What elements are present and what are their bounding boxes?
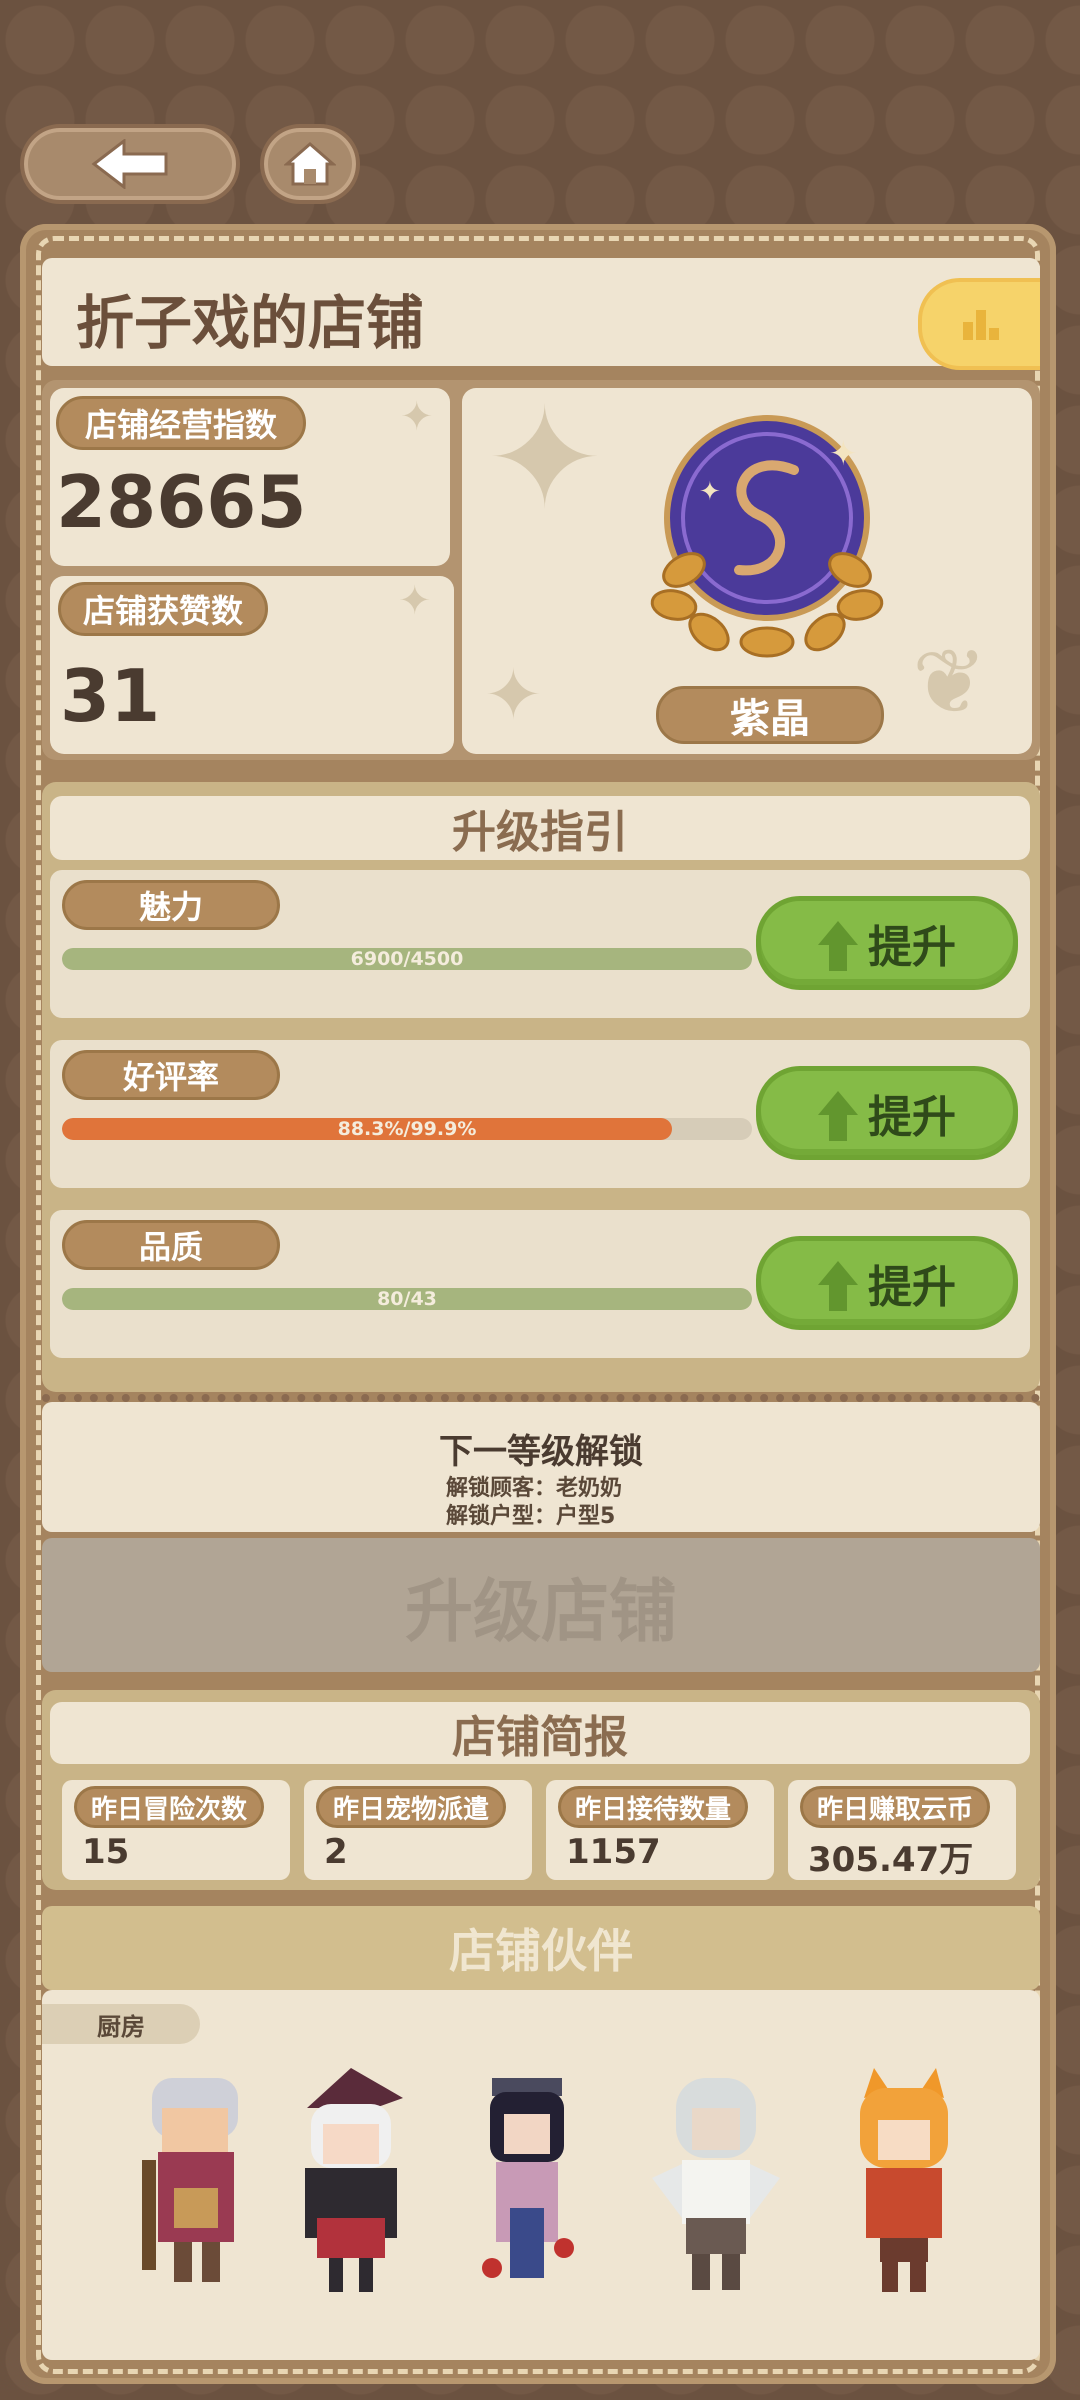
brief-item-pet-dispatch: 昨日宠物派遣 2 <box>304 1780 532 1880</box>
shop-title: 折子戏的店铺 <box>76 289 425 357</box>
unlock-layout: 解锁户型：户型5 <box>446 1504 616 1529</box>
brief-item-value: 15 <box>82 1832 130 1872</box>
unlock-title: 下一等级解锁 <box>439 1432 643 1472</box>
improve-button-label: 提升 <box>868 922 956 973</box>
shop-title-bar: 折子戏的店铺 <box>42 258 1040 370</box>
likes-value: 31 <box>60 654 161 738</box>
brief-item-label: 昨日赚取云币 <box>800 1786 991 1828</box>
likes-card: 店铺获赞数 ✦ 31 <box>50 576 454 754</box>
kitchen-label: 厨房 <box>42 2004 200 2044</box>
up-arrow-icon <box>818 1261 858 1311</box>
brief-item-cloud-coins: 昨日赚取云币 305.47万 <box>788 1780 1016 1880</box>
progress-bar: 6900/4500 <box>62 948 752 970</box>
amethyst-badge-icon: ✦ ✦ <box>650 415 884 658</box>
progress-text: 80/43 <box>377 1288 437 1310</box>
progress-text: 6900/4500 <box>350 948 464 970</box>
brief-item-label: 昨日冒险次数 <box>74 1786 265 1828</box>
brief-item-label: 昨日宠物派遣 <box>316 1786 507 1828</box>
operation-index-card: 店铺经营指数 ✦ 28665 <box>50 388 450 566</box>
guide-row-label: 品质 <box>62 1220 280 1270</box>
shop-stats-panel: 店铺经营指数 ✦ 28665 店铺获赞数 ✦ 31 ✦ ✦ ❦ ✦ ✦ 紫晶 <box>42 380 1040 760</box>
brief-item-value: 2 <box>324 1832 348 1872</box>
leaderboard-icon <box>963 310 999 340</box>
partner-dark-hair-girl-sprite[interactable] <box>452 2068 600 2298</box>
home-button[interactable] <box>260 124 360 204</box>
operation-index-value: 28665 <box>56 460 307 544</box>
improve-button[interactable]: 提升 <box>756 1066 1018 1160</box>
guide-row-label: 好评率 <box>62 1050 280 1100</box>
brief-item-value: 305.47万 <box>808 1840 974 1880</box>
up-arrow-icon <box>818 921 858 971</box>
back-button[interactable] <box>20 124 240 204</box>
upgrade-guide-title: 升级指引 <box>50 796 1030 860</box>
improve-button[interactable]: 提升 <box>756 896 1018 990</box>
coffee-beans-icon: ❦ <box>912 630 988 735</box>
shop-partners-title: 店铺伙伴 <box>42 1906 1040 1990</box>
brief-item-receptions: 昨日接待数量 1157 <box>546 1780 774 1880</box>
shop-brief-title: 店铺简报 <box>50 1702 1030 1764</box>
badge-name: 紫晶 <box>656 686 884 744</box>
svg-text:✦: ✦ <box>699 477 721 507</box>
divider <box>42 1394 1040 1402</box>
partner-silver-hair-sprite[interactable] <box>642 2068 790 2298</box>
upgrade-guide-panel: 升级指引 魅力 6900/4500 提升 好评率 88.3%/99.9% 提升 … <box>42 782 1040 1392</box>
shop-grade-card: ✦ ✦ ❦ ✦ ✦ 紫晶 <box>462 388 1032 754</box>
sparkle-icon: ✦ <box>398 578 432 624</box>
home-icon <box>284 142 336 186</box>
guide-row-charm: 魅力 6900/4500 提升 <box>50 870 1030 1018</box>
progress-bar: 88.3%/99.9% <box>62 1118 752 1140</box>
operation-index-label: 店铺经营指数 <box>56 396 306 450</box>
brief-item-adventures: 昨日冒险次数 15 <box>62 1780 290 1880</box>
shop-brief-panel: 店铺简报 昨日冒险次数 15 昨日宠物派遣 2 昨日接待数量 1157 昨日赚取… <box>42 1690 1040 1890</box>
shop-partners-area: 厨房 <box>42 1990 1040 2360</box>
guide-row-rating: 好评率 88.3%/99.9% 提升 <box>50 1040 1030 1188</box>
sparkle-icon: ✦ <box>484 654 543 736</box>
guide-row-label: 魅力 <box>62 880 280 930</box>
brief-item-label: 昨日接待数量 <box>558 1786 749 1828</box>
back-arrow-icon <box>91 139 168 189</box>
brief-item-value: 1157 <box>566 1832 661 1872</box>
partner-grandma-sprite[interactable] <box>122 2068 270 2298</box>
next-level-unlock-card: 下一等级解锁 解锁顾客：老奶奶 解锁户型：户型5 <box>42 1402 1040 1532</box>
progress-bar: 80/43 <box>62 1288 752 1310</box>
partner-witch-girl-sprite[interactable] <box>277 2068 425 2298</box>
up-arrow-icon <box>818 1091 858 1141</box>
rank-button[interactable] <box>918 278 1040 370</box>
likes-label: 店铺获赞数 <box>58 582 268 636</box>
upgrade-shop-button[interactable]: 升级店铺 <box>42 1538 1040 1672</box>
svg-text:✦: ✦ <box>829 434 858 474</box>
sparkle-icon: ✦ <box>486 378 604 541</box>
improve-button-label: 提升 <box>868 1262 956 1313</box>
guide-row-quality: 品质 80/43 提升 <box>50 1210 1030 1358</box>
improve-button[interactable]: 提升 <box>756 1236 1018 1330</box>
improve-button-label: 提升 <box>868 1092 956 1143</box>
progress-text: 88.3%/99.9% <box>337 1118 477 1140</box>
sparkle-icon: ✦ <box>400 394 434 440</box>
partner-fox-girl-sprite[interactable] <box>830 2068 978 2298</box>
